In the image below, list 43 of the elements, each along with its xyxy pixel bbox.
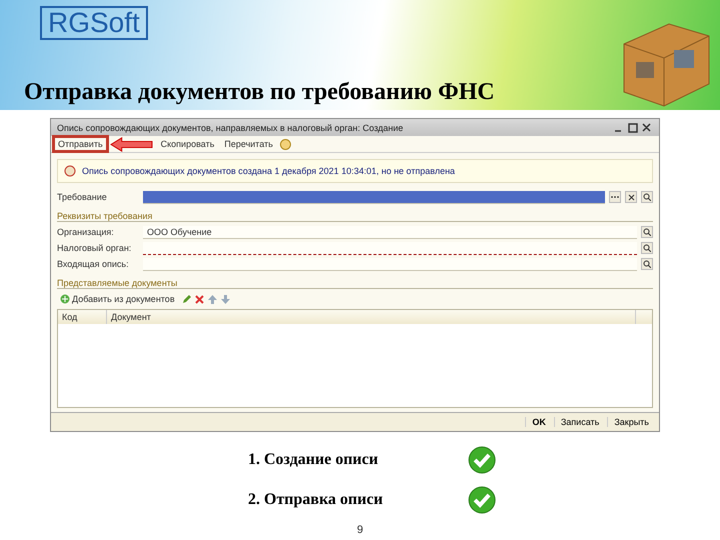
- column-header: Документ: [107, 310, 636, 324]
- info-text: Опись сопровождающих документов создана 1 декабря 2021 10:34:01, но не отправлена: [82, 166, 455, 176]
- footer-button[interactable]: Записать: [554, 417, 606, 427]
- search-icon: [643, 193, 651, 201]
- pencil-icon[interactable]: [182, 294, 191, 304]
- step-text: 2. Отправка описи: [248, 491, 384, 509]
- page-number: 9: [356, 524, 364, 536]
- window-title: Опись сопровождающих документов, направляемых в налоговый орган: Создание: [57, 122, 404, 132]
- input-field[interactable]: [143, 242, 637, 254]
- slide-title: Отправка документов по требованию ФНС: [24, 79, 496, 106]
- delete-icon[interactable]: [194, 294, 204, 304]
- search-icon: [643, 260, 651, 268]
- input-field[interactable]: [143, 258, 637, 270]
- search-button[interactable]: [641, 191, 653, 203]
- field-label: Требование: [57, 192, 108, 202]
- search-icon: [643, 244, 651, 252]
- step-text: 1. Создание описи: [248, 451, 380, 469]
- field-label: Организация:: [57, 227, 115, 237]
- footer-button[interactable]: OK: [525, 417, 552, 427]
- plus-icon: [60, 294, 70, 304]
- search-button[interactable]: [641, 258, 653, 270]
- toolbar-button[interactable]: Отправить: [55, 138, 106, 150]
- search-button[interactable]: [641, 242, 653, 254]
- ellipsis-button[interactable]: [609, 191, 621, 203]
- section-header: Представляемые документы: [57, 278, 653, 289]
- input-field[interactable]: ООО Обучение: [143, 226, 637, 238]
- close-icon: [628, 194, 634, 200]
- section-header: Реквизиты требования: [57, 211, 653, 222]
- clear-button[interactable]: [625, 191, 637, 203]
- search-icon: [643, 228, 651, 236]
- window-controls-icon[interactable]: [613, 122, 653, 132]
- field-label: Входящая опись:: [57, 259, 130, 269]
- arrow-icon: [110, 136, 154, 152]
- toolbar-button[interactable]: Перечитать: [221, 138, 276, 150]
- logo: RGSoft: [40, 6, 148, 40]
- field-label: Налоговый орган:: [57, 243, 132, 253]
- add-button[interactable]: Добавить из документов: [57, 293, 178, 305]
- search-button[interactable]: [641, 226, 653, 238]
- requirement-field[interactable]: [143, 190, 605, 204]
- column-header: Код: [58, 310, 107, 324]
- footer-button[interactable]: Закрыть: [607, 417, 655, 427]
- toolbar-button[interactable]: Скопировать: [158, 138, 218, 150]
- dots-icon: [611, 195, 619, 199]
